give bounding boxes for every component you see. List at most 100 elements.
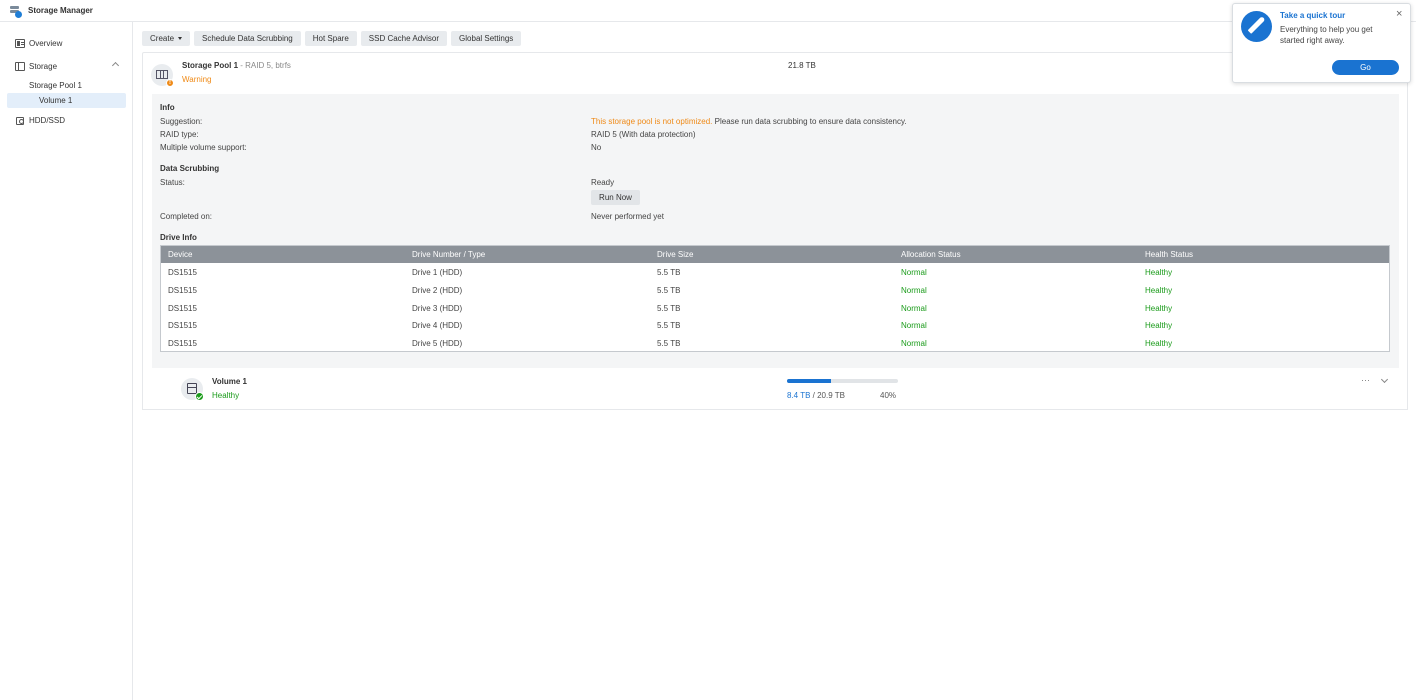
- sidebar-item-hdd-ssd[interactable]: HDD/SSD: [7, 113, 126, 128]
- table-header: Device Drive Number / Type Drive Size Al…: [161, 246, 1389, 263]
- cell-health-status: Healthy: [1145, 268, 1173, 277]
- storage-pool-panel: ! Storage Pool 1 - RAID 5, btrfs Warning…: [142, 52, 1408, 409]
- ssd-cache-advisor-button[interactable]: SSD Cache Advisor: [360, 31, 448, 46]
- volume-total: 20.9 TB: [817, 391, 845, 400]
- pool-title: Storage Pool 1 - RAID 5, btrfs: [182, 61, 291, 70]
- cell-drive-size: 5.5 TB: [657, 339, 681, 349]
- raid-type-value: RAID 5 (With data protection): [591, 130, 696, 139]
- create-button-label: Create: [150, 34, 175, 43]
- caret-down-icon: [178, 37, 183, 40]
- volume-usage-fill: [787, 379, 832, 383]
- sidebar-item-label: Overview: [29, 39, 63, 48]
- cell-health-status: Healthy: [1145, 339, 1173, 349]
- cell-allocation-status: Normal: [901, 303, 927, 313]
- cell-allocation-status: Normal: [901, 268, 927, 277]
- multiple-volume-value: No: [591, 143, 602, 152]
- title-bar: Storage Manager: [0, 0, 1416, 22]
- cell-drive-number: Drive 3 (HDD): [412, 303, 463, 313]
- volume-row[interactable]: [142, 368, 1408, 410]
- cell-device: DS1515: [168, 285, 197, 295]
- create-button[interactable]: Create: [142, 31, 191, 46]
- more-options-icon[interactable]: ···: [1361, 375, 1370, 385]
- data-scrubbing-heading: Data Scrubbing: [160, 164, 220, 173]
- suggestion-warning-text: This storage pool is not optimized.: [591, 117, 713, 126]
- drive-info-table: Device Drive Number / Type Drive Size Al…: [160, 245, 1390, 352]
- table-row[interactable]: DS1515 Drive 4 (HDD) 5.5 TB Normal Healt…: [161, 316, 1389, 334]
- schedule-data-scrubbing-button[interactable]: Schedule Data Scrubbing: [194, 31, 301, 46]
- rocket-icon: [1241, 11, 1272, 42]
- sidebar-item-storage[interactable]: Storage: [7, 59, 126, 74]
- sidebar-item-overview[interactable]: Overview: [7, 36, 126, 51]
- drive-info-heading: Drive Info: [160, 233, 197, 242]
- sidebar-item-label: Storage Pool 1: [29, 81, 82, 90]
- suggestion-value: This storage pool is not optimized. Plea…: [591, 117, 907, 126]
- sidebar-item-label: Storage: [29, 62, 58, 71]
- table-row[interactable]: DS1515 Drive 2 (HDD) 5.5 TB Normal Healt…: [161, 281, 1389, 299]
- cell-drive-number: Drive 5 (HDD): [412, 339, 463, 349]
- column-header-health-status: Health Status: [1145, 250, 1194, 259]
- cell-device: DS1515: [168, 268, 197, 277]
- healthy-check-icon: [195, 392, 204, 401]
- overview-icon: [15, 39, 25, 48]
- cell-drive-number: Drive 1 (HDD): [412, 268, 463, 277]
- raid-type-label: RAID type:: [160, 130, 199, 139]
- app-title: Storage Manager: [28, 6, 93, 15]
- cell-drive-number: Drive 2 (HDD): [412, 285, 463, 295]
- table-row[interactable]: DS1515 Drive 3 (HDD) 5.5 TB Normal Healt…: [161, 299, 1389, 317]
- go-button[interactable]: Go: [1332, 60, 1399, 75]
- chevron-up-icon[interactable]: [111, 61, 120, 70]
- pool-details: Info Suggestion: This storage pool is no…: [152, 94, 1399, 401]
- column-header-device: Device: [168, 250, 193, 259]
- volume-usage-bar: [787, 379, 898, 383]
- suggestion-text: Please run data scrubbing to ensure data…: [712, 117, 907, 126]
- cell-drive-size: 5.5 TB: [657, 321, 681, 331]
- sidebar-item-storage-pool-1[interactable]: Storage Pool 1: [29, 78, 82, 93]
- table-row[interactable]: DS1515 Drive 1 (HDD) 5.5 TB Normal Healt…: [161, 263, 1389, 281]
- sidebar-item-label: Volume 1: [39, 96, 73, 105]
- table-row[interactable]: DS1515 Drive 5 (HDD) 5.5 TB Normal Healt…: [161, 334, 1389, 352]
- info-heading: Info: [160, 103, 175, 112]
- quick-tour-text: Everything to help you get started right…: [1280, 25, 1373, 45]
- completed-on-value: Never performed yet: [591, 212, 664, 221]
- cell-allocation-status: Normal: [901, 285, 927, 295]
- cell-drive-size: 5.5 TB: [657, 268, 681, 277]
- storage-pool-header[interactable]: ! Storage Pool 1 - RAID 5, btrfs Warning…: [143, 53, 1407, 93]
- close-icon[interactable]: ×: [1396, 9, 1402, 20]
- multiple-volume-label: Multiple volume support:: [160, 143, 247, 152]
- cell-device: DS1515: [168, 321, 197, 331]
- cell-device: DS1515: [168, 303, 197, 313]
- cell-drive-size: 5.5 TB: [657, 285, 681, 295]
- column-header-drive-size: Drive Size: [657, 250, 694, 259]
- quick-tour-popup: Take a quick tour Everything to help you…: [1232, 3, 1411, 83]
- main-content: Create Schedule Data Scrubbing Hot Spare…: [134, 22, 1416, 700]
- toolbar: Create Schedule Data Scrubbing Hot Spare…: [142, 31, 522, 46]
- cell-allocation-status: Normal: [901, 321, 927, 331]
- storage-pool-icon: !: [151, 64, 174, 87]
- scrubbing-status-value: Ready: [591, 178, 615, 187]
- cell-drive-number: Drive 4 (HDD): [412, 321, 463, 331]
- cell-allocation-status: Normal: [901, 339, 927, 349]
- suggestion-label: Suggestion:: [160, 117, 203, 126]
- quick-tour-title[interactable]: Take a quick tour: [1280, 11, 1345, 20]
- storage-icon: [15, 62, 25, 71]
- volume-usage: 8.4 TB / 20.9 TB: [787, 391, 845, 400]
- hot-spare-button[interactable]: Hot Spare: [304, 31, 357, 46]
- cell-health-status: Healthy: [1145, 285, 1173, 295]
- sidebar: Overview Storage Storage Pool 1 Volume 1…: [0, 22, 133, 700]
- pool-size: 21.8 TB: [788, 61, 816, 70]
- volume-name: Volume 1: [212, 377, 247, 386]
- run-now-button[interactable]: Run Now: [591, 190, 640, 205]
- volume-used: 8.4 TB: [787, 391, 811, 400]
- scrubbing-status-label: Status:: [160, 178, 185, 187]
- global-settings-button[interactable]: Global Settings: [451, 31, 522, 46]
- cell-device: DS1515: [168, 339, 197, 349]
- volume-icon: [181, 378, 204, 401]
- cell-health-status: Healthy: [1145, 321, 1173, 331]
- warning-badge-icon: !: [166, 79, 174, 87]
- pool-name: Storage Pool 1: [182, 61, 239, 70]
- pool-status: Warning: [182, 75, 212, 84]
- pool-meta: - RAID 5, btrfs: [238, 61, 291, 70]
- column-header-allocation-status: Allocation Status: [901, 250, 961, 259]
- sidebar-item-volume-1[interactable]: Volume 1: [7, 93, 126, 108]
- cell-drive-size: 5.5 TB: [657, 303, 681, 313]
